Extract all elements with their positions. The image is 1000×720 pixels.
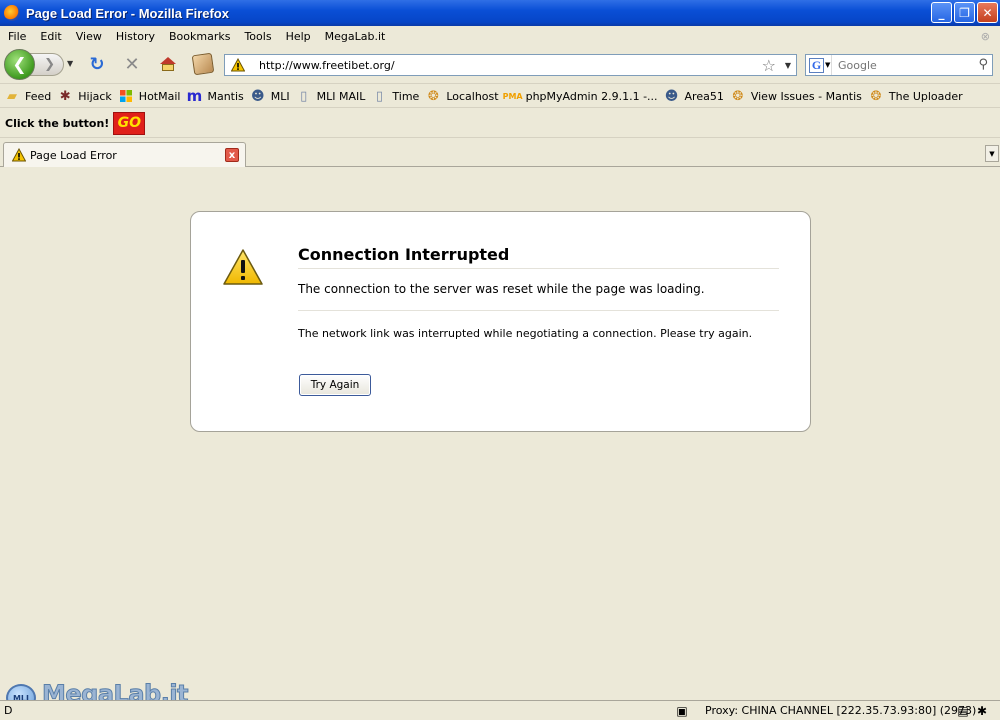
arrow-right-icon: ❯ xyxy=(44,57,55,72)
minimize-button[interactable]: _ xyxy=(931,2,952,23)
warning-icon xyxy=(231,58,245,72)
search-engine-selector[interactable]: G ▼ xyxy=(806,55,832,75)
error-page-container: Connection Interrupted The connection to… xyxy=(190,211,811,432)
maximize-button[interactable]: ❐ xyxy=(954,2,975,23)
large-warning-icon xyxy=(223,249,263,285)
menu-history[interactable]: History xyxy=(110,30,161,43)
menu-megalab[interactable]: MegaLab.it xyxy=(319,30,392,43)
proxy-status[interactable]: Proxy: CHINA CHANNEL [222.35.73.93:80] (… xyxy=(705,704,976,717)
page-icon: ▯ xyxy=(375,88,383,104)
bookmark-phpmyadmin[interactable]: PMA phpMyAdmin 2.9.1.1 -... xyxy=(502,88,658,104)
window-controls: _ ❐ ✕ xyxy=(931,2,998,23)
menu-edit[interactable]: Edit xyxy=(34,30,67,43)
menu-help[interactable]: Help xyxy=(280,30,317,43)
tab-page-load-error[interactable]: Page Load Error x xyxy=(3,142,246,167)
stop-button[interactable]: ✕ xyxy=(121,53,143,75)
tab-close-icon[interactable]: x xyxy=(225,148,239,162)
window-title-bar: Page Load Error - Mozilla Firefox _ ❐ ✕ xyxy=(0,0,1000,26)
home-icon xyxy=(160,57,176,71)
warning-icon xyxy=(12,148,26,162)
people-icon: ☻ xyxy=(664,88,679,104)
menu-bar: File Edit View History Bookmarks Tools H… xyxy=(0,26,1000,46)
arrow-left-icon: ❮ xyxy=(12,54,27,75)
mantis-m-icon: m xyxy=(186,87,203,105)
pma-icon: PMA xyxy=(502,91,523,101)
bookmark-feed[interactable]: ▰ Feed xyxy=(4,88,51,104)
status-text: D xyxy=(4,704,13,717)
bookmark-area51[interactable]: ☻ Area51 xyxy=(664,88,724,104)
navigation-toolbar: ❯ ❮ ▼ ↻ ✕ http://www.freetibet.org/ ☆ ▼ … xyxy=(0,46,1000,84)
url-bar[interactable]: http://www.freetibet.org/ ☆ ▼ xyxy=(224,54,797,76)
page-icon: ▯ xyxy=(300,88,308,104)
click-label: Click the button! xyxy=(5,116,110,130)
search-icon[interactable]: ⚲ xyxy=(978,57,988,72)
back-button[interactable]: ❮ xyxy=(4,49,35,80)
stop-icon: ✕ xyxy=(124,53,140,75)
menu-view[interactable]: View xyxy=(70,30,108,43)
reload-button[interactable]: ↻ xyxy=(86,53,108,75)
tab-list-dropdown-icon[interactable]: ▼ xyxy=(985,145,999,162)
error-long-description: The network link was interrupted while n… xyxy=(298,327,753,340)
tiger-icon: ❂ xyxy=(870,88,882,104)
search-bar[interactable]: G ▼ ⚲ xyxy=(805,54,993,76)
menu-file[interactable]: File xyxy=(2,30,32,43)
tiger-icon: ❂ xyxy=(427,88,439,104)
search-input[interactable] xyxy=(838,58,968,72)
url-text[interactable]: http://www.freetibet.org/ xyxy=(259,59,395,72)
forward-button[interactable]: ❯ xyxy=(30,53,64,76)
folder-icon: ▰ xyxy=(7,88,17,104)
people-icon: ☻ xyxy=(251,88,265,104)
bookmarks-toolbar: ▰ Feed ✱ Hijack HotMail m Mantis ☻ MLI ▯… xyxy=(0,85,1000,108)
menu-tools[interactable]: Tools xyxy=(238,30,277,43)
engine-dropdown-icon: ▼ xyxy=(825,61,831,69)
status-bar: D ▣ Proxy: CHINA CHANNEL [222.35.73.93:8… xyxy=(0,700,1000,720)
back-forward-group: ❯ ❮ ▼ xyxy=(4,49,76,80)
close-button[interactable]: ✕ xyxy=(977,2,998,23)
try-again-button[interactable]: Try Again xyxy=(299,374,371,396)
window-title: Page Load Error - Mozilla Firefox xyxy=(26,5,229,21)
extension-toolbar: Click the button! GO xyxy=(0,109,1000,138)
bug-status-icon[interactable]: ✱ xyxy=(974,703,990,719)
bookmark-localhost[interactable]: ❂ Localhost xyxy=(425,88,499,104)
home-button[interactable] xyxy=(157,53,179,75)
extension-button[interactable] xyxy=(191,52,215,76)
page-info-icon[interactable]: ▤ xyxy=(955,703,971,719)
firefox-logo-icon xyxy=(4,5,20,21)
tab-strip: Page Load Error x ▼ xyxy=(0,140,1000,167)
bookmark-time[interactable]: ▯ Time xyxy=(371,88,420,104)
tab-label: Page Load Error xyxy=(30,148,117,162)
menu-bookmarks[interactable]: Bookmarks xyxy=(163,30,236,43)
url-dropdown-icon[interactable]: ▼ xyxy=(785,61,791,70)
extension-icon xyxy=(191,52,215,76)
clipboard-icon[interactable]: ▣ xyxy=(674,703,690,719)
bug-icon: ✱ xyxy=(59,88,71,104)
bookmark-hijack[interactable]: ✱ Hijack xyxy=(57,88,112,104)
google-icon: G xyxy=(809,57,824,73)
bookmark-mli[interactable]: ☻ MLI xyxy=(250,88,290,104)
bookmark-uploader[interactable]: ❂ The Uploader xyxy=(868,88,962,104)
reload-icon: ↻ xyxy=(89,53,105,75)
page-content: Connection Interrupted The connection to… xyxy=(0,168,1000,700)
error-title: Connection Interrupted xyxy=(298,245,779,269)
windows-flag-icon xyxy=(118,88,134,104)
bookmark-mli-mail[interactable]: ▯ MLI MAIL xyxy=(296,88,365,104)
bookmark-mantis[interactable]: m Mantis xyxy=(186,87,244,105)
go-button[interactable]: GO xyxy=(113,111,146,135)
history-dropdown-icon[interactable]: ▼ xyxy=(67,59,73,68)
error-short-description: The connection to the server was reset w… xyxy=(298,282,779,311)
bookmark-star-icon[interactable]: ☆ xyxy=(762,56,776,75)
bookmark-hotmail[interactable]: HotMail xyxy=(118,88,180,104)
bookmark-view-issues[interactable]: ❂ View Issues - Mantis xyxy=(730,88,862,104)
menu-close-icon[interactable]: ⊗ xyxy=(981,30,990,43)
tiger-icon: ❂ xyxy=(732,88,744,104)
